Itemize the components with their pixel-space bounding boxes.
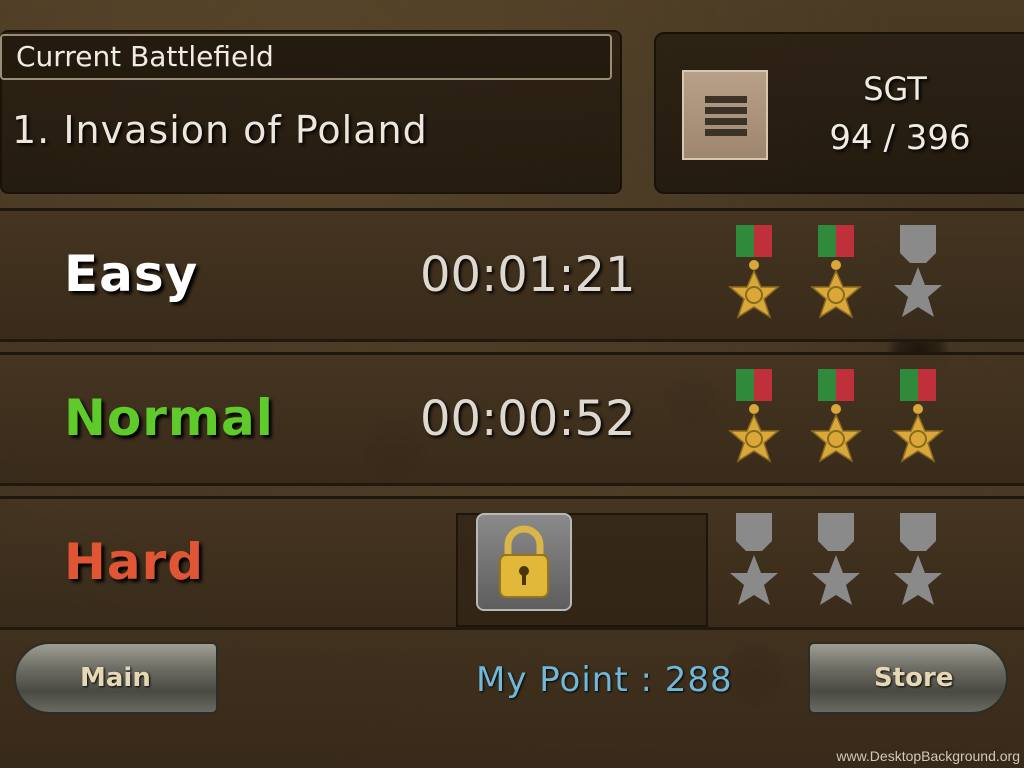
difficulty-row-normal[interactable]: Normal 00:00:52: [0, 352, 1024, 486]
best-time: 00:00:52: [420, 391, 636, 447]
current-battlefield-label: Current Battlefield: [0, 34, 612, 80]
difficulty-row-easy[interactable]: Easy 00:01:21: [0, 208, 1024, 342]
difficulty-label: Easy: [64, 245, 199, 303]
medal-earned-icon: [724, 367, 784, 477]
watermark: www.DesktopBackground.org: [836, 748, 1020, 764]
main-button[interactable]: Main: [14, 642, 218, 714]
my-point-display: My Point : 288: [476, 660, 733, 700]
medal-earned-icon: [806, 223, 866, 333]
best-time: 00:01:21: [420, 247, 636, 303]
medal-unearned-icon: [724, 511, 784, 621]
rank-insignia-icon: [682, 70, 768, 160]
medal-unearned-icon: [888, 511, 948, 621]
padlock-icon[interactable]: [476, 513, 572, 611]
store-button[interactable]: Store: [808, 642, 1008, 714]
medal-earned-icon: [888, 367, 948, 477]
rank-progress: 94 / 396: [829, 118, 971, 158]
rank-title: SGT: [863, 70, 927, 108]
difficulty-label: Normal: [64, 389, 274, 447]
battlefield-name: 1. Invasion of Poland: [12, 108, 428, 152]
medal-earned-icon: [724, 223, 784, 333]
difficulty-label: Hard: [64, 533, 205, 591]
difficulty-row-hard: Hard: [0, 496, 1024, 630]
medal-unearned-icon: [806, 511, 866, 621]
medal-earned-icon: [806, 367, 866, 477]
medal-unearned-icon: [888, 223, 948, 333]
